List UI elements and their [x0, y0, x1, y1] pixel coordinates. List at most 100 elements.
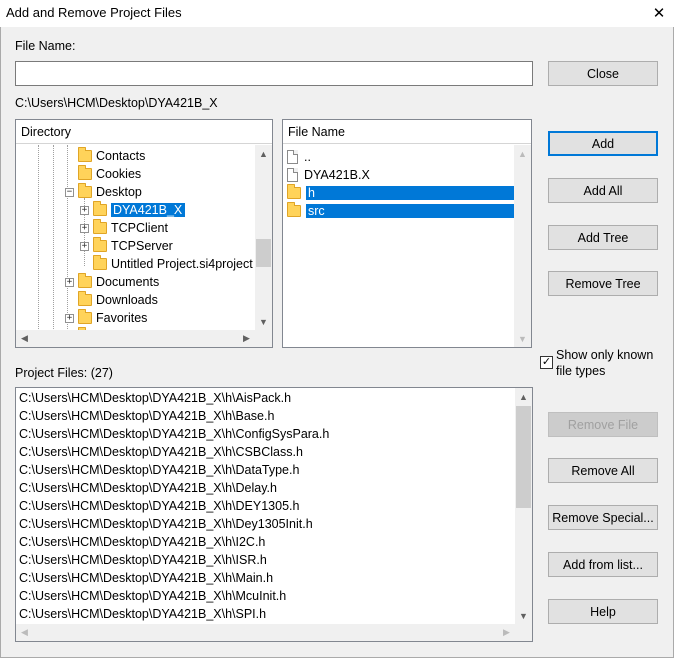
- tree-expander-icon[interactable]: +: [65, 277, 74, 287]
- file-list-header[interactable]: File Name: [283, 120, 531, 144]
- scroll-down-icon[interactable]: ▼: [514, 330, 531, 347]
- folder-icon: [287, 202, 301, 217]
- project-vscrollbar[interactable]: ▲ ▼: [515, 388, 532, 624]
- folder-icon: [93, 255, 107, 270]
- project-files-label: Project Files: (27): [15, 366, 113, 380]
- directory-item-label: TCPClient: [111, 221, 168, 235]
- help-button[interactable]: Help: [548, 599, 658, 624]
- scroll-left-icon[interactable]: ◀: [16, 330, 33, 347]
- scroll-track[interactable]: [34, 332, 204, 345]
- remove-special-button[interactable]: Remove Special...: [548, 505, 658, 530]
- project-file-item[interactable]: C:\Users\HCM\Desktop\DYA421B_X\h\Delay.h: [19, 479, 277, 497]
- project-file-item[interactable]: C:\Users\HCM\Desktop\DYA421B_X\h\McuInit…: [19, 587, 286, 605]
- tree-expander-icon[interactable]: +: [80, 241, 89, 251]
- file-name-label: File Name:: [15, 39, 76, 53]
- scroll-right-icon[interactable]: ▶: [498, 624, 515, 641]
- project-file-item[interactable]: C:\Users\HCM\Desktop\DYA421B_X\h\SPI.h: [19, 605, 266, 623]
- file-name-input[interactable]: [15, 61, 533, 86]
- scroll-corner: [515, 624, 532, 641]
- folder-icon: [78, 165, 92, 180]
- directory-item[interactable]: + Documents: [65, 273, 159, 291]
- scroll-up-icon[interactable]: ▲: [255, 145, 272, 162]
- scroll-thumb[interactable]: [256, 239, 271, 267]
- remove-all-button[interactable]: Remove All: [548, 458, 658, 483]
- project-file-item[interactable]: C:\Users\HCM\Desktop\DYA421B_X\h\Dey1305…: [19, 515, 313, 533]
- file-list-item-label: DYA421B.X: [304, 168, 370, 182]
- file-list[interactable]: File Name .. DYA421B.X h src ▲ ▼: [282, 119, 532, 348]
- show-known-label-line1: Show only known: [556, 348, 654, 362]
- directory-item[interactable]: + TCPServer: [80, 237, 173, 255]
- project-files-list[interactable]: C:\Users\HCM\Desktop\DYA421B_X\h\AisPack…: [15, 387, 533, 642]
- directory-item-label: Desktop: [96, 185, 142, 199]
- folder-icon: [287, 184, 301, 199]
- directory-item[interactable]: − Desktop: [65, 183, 142, 201]
- project-file-item[interactable]: C:\Users\HCM\Desktop\DYA421B_X\h\ISR.h: [19, 551, 267, 569]
- tree-guide: [53, 145, 54, 335]
- folder-icon: [78, 183, 92, 198]
- scroll-right-icon[interactable]: ▶: [238, 330, 255, 347]
- current-path: C:\Users\HCM\Desktop\DYA421B_X: [15, 96, 218, 110]
- file-list-vscrollbar[interactable]: ▲ ▼: [514, 145, 531, 347]
- directory-item[interactable]: + Favorites: [65, 309, 147, 327]
- directory-item-label: Downloads: [96, 293, 158, 307]
- tree-expander-icon[interactable]: +: [80, 205, 89, 215]
- directory-item-label: Contacts: [96, 149, 146, 163]
- file-list-item[interactable]: ..: [287, 148, 311, 166]
- file-list-item[interactable]: src: [287, 202, 514, 220]
- add-all-button[interactable]: Add All: [548, 178, 658, 203]
- project-file-item[interactable]: C:\Users\HCM\Desktop\DYA421B_X\h\CSBClas…: [19, 443, 303, 461]
- directory-hscrollbar[interactable]: ◀ ▶: [16, 330, 255, 347]
- directory-item-label: Documents: [96, 275, 160, 289]
- scroll-up-icon[interactable]: ▲: [515, 388, 532, 405]
- project-file-item[interactable]: C:\Users\HCM\Desktop\DYA421B_X\h\DataTyp…: [19, 461, 299, 479]
- directory-header-label: Directory: [21, 124, 72, 139]
- scroll-down-icon[interactable]: ▼: [515, 607, 532, 624]
- tree-expander-icon[interactable]: +: [80, 223, 89, 233]
- directory-item-label: Favorites: [96, 311, 148, 325]
- folder-icon: [78, 309, 92, 324]
- add-tree-button[interactable]: Add Tree: [548, 225, 658, 250]
- directory-vscrollbar[interactable]: ▲ ▼: [255, 145, 272, 330]
- project-file-item[interactable]: C:\Users\HCM\Desktop\DYA421B_X\h\ConfigS…: [19, 425, 329, 443]
- add-from-list-button[interactable]: Add from list...: [548, 552, 658, 577]
- close-button[interactable]: Close: [548, 61, 658, 86]
- directory-item[interactable]: Cookies: [65, 165, 141, 183]
- folder-icon: [78, 273, 92, 288]
- project-file-item[interactable]: C:\Users\HCM\Desktop\DYA421B_X\h\I2C.h: [19, 533, 265, 551]
- project-file-item[interactable]: C:\Users\HCM\Desktop\DYA421B_X\h\DEY1305…: [19, 497, 299, 515]
- project-file-item[interactable]: C:\Users\HCM\Desktop\DYA421B_X\h\Main.h: [19, 569, 273, 587]
- project-file-item[interactable]: C:\Users\HCM\Desktop\DYA421B_X\h\Base.h: [19, 407, 274, 425]
- directory-tree[interactable]: Directory Contacts Cookies − Desktop + DYA421…: [15, 119, 273, 348]
- project-hscrollbar[interactable]: ◀ ▶: [16, 624, 515, 641]
- file-list-item-label: h: [306, 186, 514, 200]
- scroll-corner: [255, 330, 272, 347]
- file-icon: [287, 150, 298, 164]
- file-icon: [287, 168, 298, 182]
- show-known-checkbox[interactable]: ✓: [540, 356, 553, 369]
- add-button[interactable]: Add: [548, 131, 658, 156]
- file-list-item[interactable]: h: [287, 184, 514, 202]
- scroll-thumb[interactable]: [516, 406, 531, 508]
- folder-icon: [93, 237, 107, 252]
- remove-file-button[interactable]: Remove File: [548, 412, 658, 437]
- show-known-label-line2: file types: [556, 364, 606, 378]
- close-icon[interactable]: ✕: [648, 2, 670, 24]
- remove-tree-button[interactable]: Remove Tree: [548, 271, 658, 296]
- directory-header[interactable]: Directory: [16, 120, 272, 144]
- directory-item[interactable]: + TCPClient: [80, 219, 168, 237]
- tree-expander-icon[interactable]: −: [65, 187, 74, 197]
- project-file-item[interactable]: C:\Users\HCM\Desktop\DYA421B_X\h\AisPack…: [19, 389, 291, 407]
- file-list-item[interactable]: DYA421B.X: [287, 166, 370, 184]
- tree-expander-icon[interactable]: +: [65, 313, 74, 323]
- scroll-up-icon[interactable]: ▲: [514, 145, 531, 162]
- directory-item[interactable]: + DYA421B_X: [80, 201, 186, 219]
- directory-item[interactable]: Contacts: [65, 147, 145, 165]
- scroll-down-icon[interactable]: ▼: [255, 313, 272, 330]
- folder-icon: [93, 201, 107, 216]
- scroll-left-icon[interactable]: ◀: [16, 624, 33, 641]
- directory-item-label: TCPServer: [111, 239, 173, 253]
- folder-icon: [78, 291, 92, 306]
- directory-item[interactable]: Downloads: [65, 291, 158, 309]
- directory-item[interactable]: Untitled Project.si4project: [80, 255, 253, 273]
- file-list-header-label: File Name: [288, 124, 345, 139]
